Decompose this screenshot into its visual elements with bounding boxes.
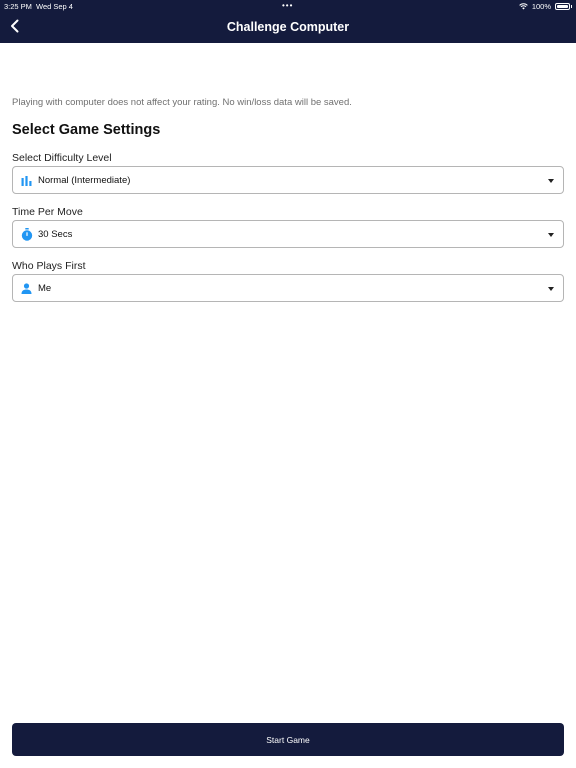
wifi-icon: [519, 3, 528, 10]
person-icon: [20, 282, 33, 295]
caret-down-icon: [548, 233, 554, 237]
who-plays-first-select[interactable]: Me: [12, 274, 564, 302]
multitask-dots[interactable]: •••: [282, 1, 293, 10]
timer-icon: [20, 228, 33, 241]
start-game-button[interactable]: Start Game: [12, 723, 564, 756]
status-time: 3:25 PM: [4, 2, 32, 11]
who-plays-first-value: Me: [38, 283, 52, 294]
bar-chart-icon: [20, 174, 33, 187]
difficulty-value: Normal (Intermediate): [38, 175, 131, 186]
info-note: Playing with computer does not affect yo…: [12, 97, 352, 108]
section-heading: Select Game Settings: [12, 122, 161, 138]
caret-down-icon: [548, 287, 554, 291]
difficulty-select[interactable]: Normal (Intermediate): [12, 166, 564, 194]
battery-tip: [571, 5, 572, 8]
time-per-move-value: 30 Secs: [38, 229, 73, 240]
battery-percent: 100%: [531, 2, 551, 11]
who-plays-first-label: Who Plays First: [12, 260, 86, 272]
status-date: Wed Sep 4: [36, 2, 73, 11]
page-title: Challenge Computer: [226, 20, 350, 34]
status-right: 100%: [519, 2, 572, 11]
top-bar: 3:25 PM Wed Sep 4 ••• 100% Challenge Com…: [0, 0, 576, 43]
difficulty-label: Select Difficulty Level: [12, 152, 112, 164]
caret-down-icon: [548, 179, 554, 183]
time-per-move-label: Time Per Move: [12, 206, 83, 218]
battery-icon: [555, 3, 570, 10]
time-per-move-select[interactable]: 30 Secs: [12, 220, 564, 248]
status-bar: 3:25 PM Wed Sep 4 ••• 100%: [0, 0, 576, 12]
